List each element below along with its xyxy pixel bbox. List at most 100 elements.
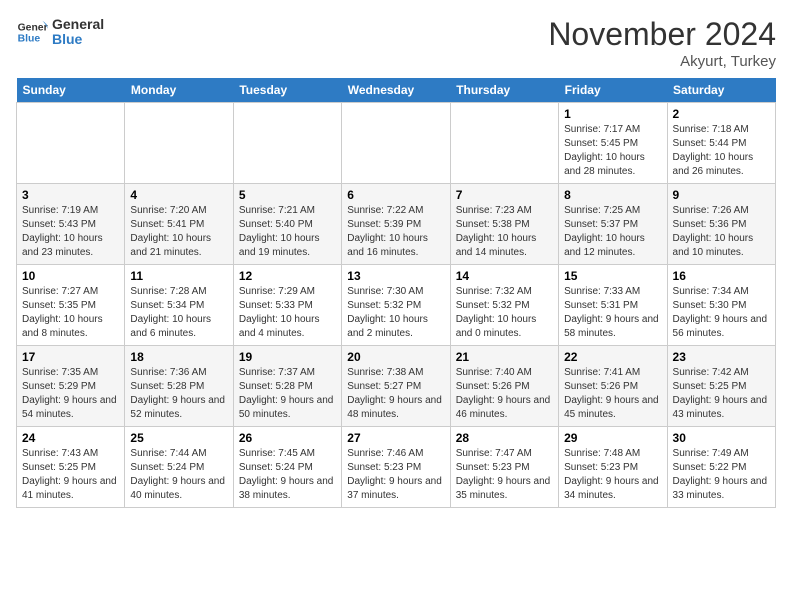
day-info: Sunrise: 7:42 AMSunset: 5:25 PMDaylight:… bbox=[673, 366, 770, 422]
calendar-cell-w3-d6: 15 Sunrise: 7:33 AMSunset: 5:31 PMDayligh… bbox=[559, 265, 667, 346]
day-number: 5 bbox=[239, 188, 336, 202]
day-info: Sunrise: 7:23 AMSunset: 5:38 PMDaylight:… bbox=[456, 204, 553, 260]
day-info: Sunrise: 7:34 AMSunset: 5:30 PMDaylight:… bbox=[673, 285, 770, 341]
calendar-cell-w5-d1: 24 Sunrise: 7:43 AMSunset: 5:25 PMDayligh… bbox=[17, 427, 125, 508]
calendar-week-5: 24 Sunrise: 7:43 AMSunset: 5:25 PMDayligh… bbox=[17, 427, 776, 508]
day-number: 23 bbox=[673, 350, 770, 364]
svg-text:Blue: Blue bbox=[18, 34, 41, 45]
logo-icon: General Blue bbox=[16, 16, 48, 48]
calendar-cell-w4-d4: 20Sunrise: 7:38 AMSunset: 5:27 PMDayligh… bbox=[342, 346, 450, 427]
day-number: 18 bbox=[130, 350, 227, 364]
day-number: 22 bbox=[564, 350, 661, 364]
day-info: Sunrise: 7:45 AMSunset: 5:24 PMDaylight:… bbox=[239, 447, 336, 503]
day-info: Sunrise: 7:30 AMSunset: 5:32 PMDaylight:… bbox=[347, 285, 444, 341]
header-wednesday: Wednesday bbox=[342, 78, 450, 103]
day-number: 2 bbox=[673, 107, 770, 121]
day-info: Sunrise: 7:26 AMSunset: 5:36 PMDaylight:… bbox=[673, 204, 770, 260]
page-container: General Blue General Blue November 2024 … bbox=[16, 16, 776, 508]
day-info: Sunrise: 7:36 AMSunset: 5:28 PMDaylight:… bbox=[130, 366, 227, 422]
header-thursday: Thursday bbox=[450, 78, 558, 103]
day-number: 4 bbox=[130, 188, 227, 202]
location-subtitle: Akyurt, Turkey bbox=[548, 53, 776, 70]
calendar-cell-w2-d4: 6Sunrise: 7:22 AMSunset: 5:39 PMDaylight… bbox=[342, 184, 450, 265]
day-info: Sunrise: 7:43 AMSunset: 5:25 PMDaylight:… bbox=[22, 447, 119, 503]
calendar-cell-w4-d7: 23 Sunrise: 7:42 AMSunset: 5:25 PMDayligh… bbox=[667, 346, 775, 427]
calendar-cell-w5-d3: 26Sunrise: 7:45 AMSunset: 5:24 PMDayligh… bbox=[233, 427, 341, 508]
calendar-cell-w2-d3: 5Sunrise: 7:21 AMSunset: 5:40 PMDaylight… bbox=[233, 184, 341, 265]
calendar-cell-w4-d1: 17 Sunrise: 7:35 AMSunset: 5:29 PMDayligh… bbox=[17, 346, 125, 427]
day-info: Sunrise: 7:25 AMSunset: 5:37 PMDaylight:… bbox=[564, 204, 661, 260]
calendar-week-3: 10Sunrise: 7:27 AMSunset: 5:35 PMDayligh… bbox=[17, 265, 776, 346]
calendar-cell-w1-d5 bbox=[450, 103, 558, 184]
calendar-week-4: 17 Sunrise: 7:35 AMSunset: 5:29 PMDayligh… bbox=[17, 346, 776, 427]
day-number: 19 bbox=[239, 350, 336, 364]
day-number: 28 bbox=[456, 431, 553, 445]
day-info: Sunrise: 7:44 AMSunset: 5:24 PMDaylight:… bbox=[130, 447, 227, 503]
calendar-cell-w2-d7: 9 Sunrise: 7:26 AMSunset: 5:36 PMDaylight… bbox=[667, 184, 775, 265]
day-info: Sunrise: 7:32 AMSunset: 5:32 PMDaylight:… bbox=[456, 285, 553, 341]
calendar-cell-w3-d5: 14 Sunrise: 7:32 AMSunset: 5:32 PMDayligh… bbox=[450, 265, 558, 346]
calendar-cell-w4-d6: 22 Sunrise: 7:41 AMSunset: 5:26 PMDayligh… bbox=[559, 346, 667, 427]
calendar-cell-w5-d2: 25 Sunrise: 7:44 AMSunset: 5:24 PMDayligh… bbox=[125, 427, 233, 508]
day-info: Sunrise: 7:29 AMSunset: 5:33 PMDaylight:… bbox=[239, 285, 336, 341]
day-info: Sunrise: 7:48 AMSunset: 5:23 PMDaylight:… bbox=[564, 447, 661, 503]
calendar-cell-w2-d5: 7Sunrise: 7:23 AMSunset: 5:38 PMDaylight… bbox=[450, 184, 558, 265]
calendar-week-2: 3Sunrise: 7:19 AMSunset: 5:43 PMDaylight… bbox=[17, 184, 776, 265]
day-number: 3 bbox=[22, 188, 119, 202]
day-info: Sunrise: 7:37 AMSunset: 5:28 PMDaylight:… bbox=[239, 366, 336, 422]
day-number: 9 bbox=[673, 188, 770, 202]
header-friday: Friday bbox=[559, 78, 667, 103]
day-number: 8 bbox=[564, 188, 661, 202]
day-info: Sunrise: 7:28 AMSunset: 5:34 PMDaylight:… bbox=[130, 285, 227, 341]
day-info: Sunrise: 7:41 AMSunset: 5:26 PMDaylight:… bbox=[564, 366, 661, 422]
day-info: Sunrise: 7:22 AMSunset: 5:39 PMDaylight:… bbox=[347, 204, 444, 260]
calendar-cell-w2-d1: 3Sunrise: 7:19 AMSunset: 5:43 PMDaylight… bbox=[17, 184, 125, 265]
day-info: Sunrise: 7:27 AMSunset: 5:35 PMDaylight:… bbox=[22, 285, 119, 341]
day-info: Sunrise: 7:40 AMSunset: 5:26 PMDaylight:… bbox=[456, 366, 553, 422]
calendar-cell-w5-d5: 28 Sunrise: 7:47 AMSunset: 5:23 PMDayligh… bbox=[450, 427, 558, 508]
day-number: 16 bbox=[673, 269, 770, 283]
day-info: Sunrise: 7:20 AMSunset: 5:41 PMDaylight:… bbox=[130, 204, 227, 260]
day-number: 1 bbox=[564, 107, 661, 121]
day-number: 17 bbox=[22, 350, 119, 364]
day-info: Sunrise: 7:17 AMSunset: 5:45 PMDaylight:… bbox=[564, 123, 661, 179]
day-info: Sunrise: 7:49 AMSunset: 5:22 PMDaylight:… bbox=[673, 447, 770, 503]
day-number: 25 bbox=[130, 431, 227, 445]
day-info: Sunrise: 7:47 AMSunset: 5:23 PMDaylight:… bbox=[456, 447, 553, 503]
calendar-cell-w1-d4 bbox=[342, 103, 450, 184]
header-sunday: Sunday bbox=[17, 78, 125, 103]
day-number: 29 bbox=[564, 431, 661, 445]
calendar-cell-w1-d1 bbox=[17, 103, 125, 184]
calendar-cell-w3-d2: 11 Sunrise: 7:28 AMSunset: 5:34 PMDayligh… bbox=[125, 265, 233, 346]
day-number: 24 bbox=[22, 431, 119, 445]
month-year-title: November 2024 bbox=[548, 16, 776, 53]
calendar-cell-w1-d2 bbox=[125, 103, 233, 184]
calendar-cell-w5-d4: 27 Sunrise: 7:46 AMSunset: 5:23 PMDayligh… bbox=[342, 427, 450, 508]
day-info: Sunrise: 7:46 AMSunset: 5:23 PMDaylight:… bbox=[347, 447, 444, 503]
calendar-cell-w5-d7: 30 Sunrise: 7:49 AMSunset: 5:22 PMDayligh… bbox=[667, 427, 775, 508]
calendar-cell-w1-d3 bbox=[233, 103, 341, 184]
header-tuesday: Tuesday bbox=[233, 78, 341, 103]
calendar-cell-w1-d6: 1 Sunrise: 7:17 AMSunset: 5:45 PMDaylight… bbox=[559, 103, 667, 184]
calendar-cell-w2-d6: 8 Sunrise: 7:25 AMSunset: 5:37 PMDaylight… bbox=[559, 184, 667, 265]
day-number: 15 bbox=[564, 269, 661, 283]
calendar-cell-w4-d2: 18 Sunrise: 7:36 AMSunset: 5:28 PMDayligh… bbox=[125, 346, 233, 427]
header-monday: Monday bbox=[125, 78, 233, 103]
day-number: 27 bbox=[347, 431, 444, 445]
calendar-header-row: Sunday Monday Tuesday Wednesday Thursday… bbox=[17, 78, 776, 103]
day-number: 11 bbox=[130, 269, 227, 283]
calendar-cell-w5-d6: 29 Sunrise: 7:48 AMSunset: 5:23 PMDayligh… bbox=[559, 427, 667, 508]
day-info: Sunrise: 7:18 AMSunset: 5:44 PMDaylight:… bbox=[673, 123, 770, 179]
day-number: 14 bbox=[456, 269, 553, 283]
day-number: 12 bbox=[239, 269, 336, 283]
title-section: November 2024 Akyurt, Turkey bbox=[548, 16, 776, 70]
logo-line2: Blue bbox=[52, 32, 104, 47]
day-info: Sunrise: 7:33 AMSunset: 5:31 PMDaylight:… bbox=[564, 285, 661, 341]
logo: General Blue General Blue bbox=[16, 16, 104, 48]
day-info: Sunrise: 7:35 AMSunset: 5:29 PMDaylight:… bbox=[22, 366, 119, 422]
header: General Blue General Blue November 2024 … bbox=[16, 16, 776, 70]
calendar-cell-w3-d4: 13Sunrise: 7:30 AMSunset: 5:32 PMDayligh… bbox=[342, 265, 450, 346]
calendar-cell-w2-d2: 4 Sunrise: 7:20 AMSunset: 5:41 PMDaylight… bbox=[125, 184, 233, 265]
day-number: 30 bbox=[673, 431, 770, 445]
calendar-cell-w4-d3: 19 Sunrise: 7:37 AMSunset: 5:28 PMDayligh… bbox=[233, 346, 341, 427]
